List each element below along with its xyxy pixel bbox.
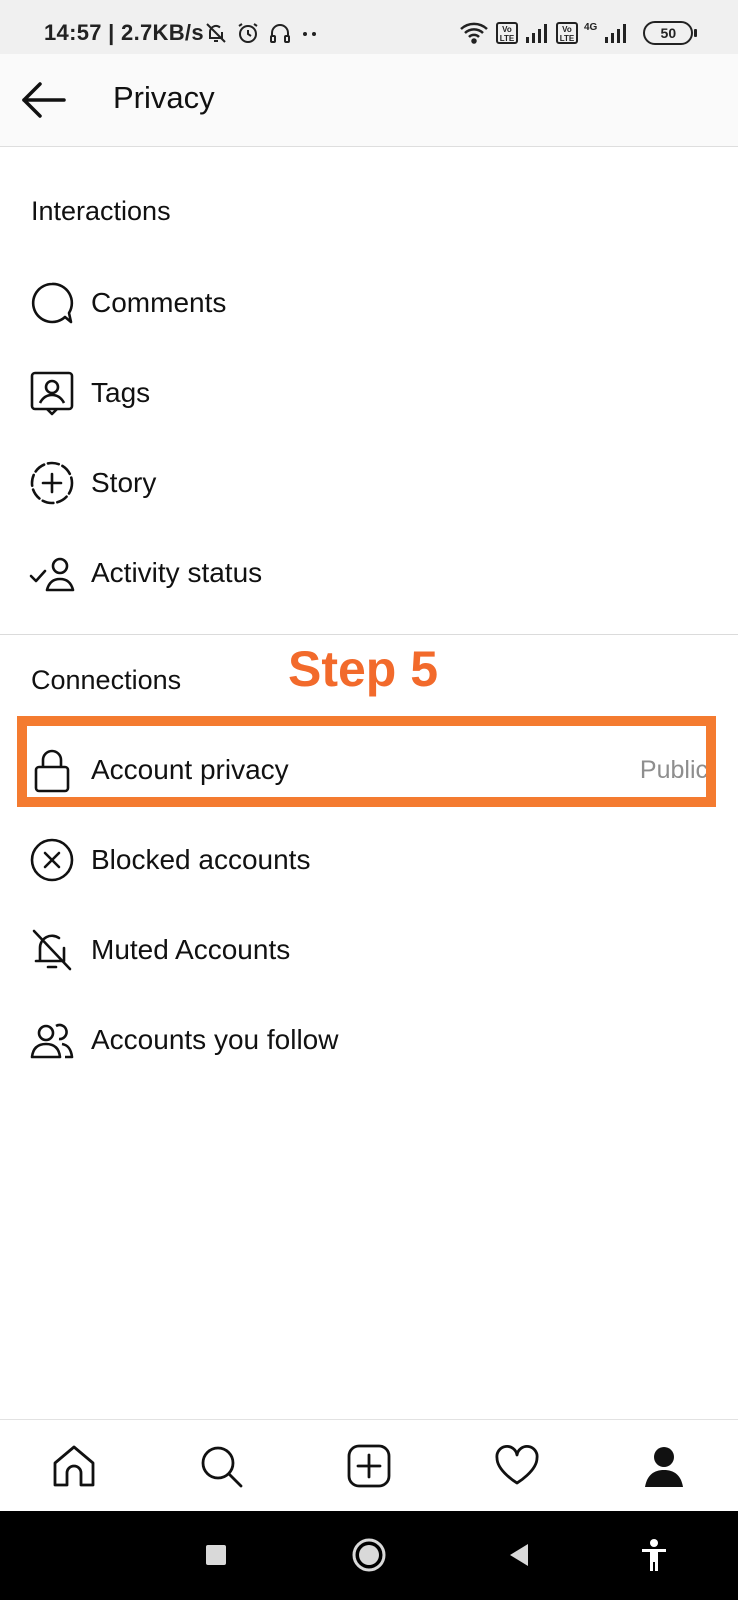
nav-search[interactable]: [191, 1436, 251, 1496]
menu-item-label: Blocked accounts: [91, 844, 311, 875]
menu-item-label: Comments: [91, 287, 227, 318]
profile-icon: [645, 1447, 684, 1487]
menu-item-label: Muted Accounts: [91, 934, 291, 965]
app-header: Privacy: [0, 54, 738, 147]
accessibility-button[interactable]: [634, 1535, 674, 1575]
nav-home[interactable]: [44, 1436, 104, 1496]
menu-item-muted-accounts[interactable]: Muted Accounts: [0, 906, 738, 994]
home-icon: [53, 1445, 95, 1487]
step-annotation: Step 5: [288, 641, 439, 697]
menu-item-label: Accounts you follow: [91, 1024, 339, 1055]
network-type: 4G: [584, 21, 598, 33]
home-system-button[interactable]: [349, 1535, 389, 1575]
circle-home-icon: [352, 1538, 386, 1572]
menu-item-tags[interactable]: Tags: [0, 349, 738, 437]
add-post-icon: [347, 1444, 391, 1488]
back-system-button[interactable]: [500, 1535, 540, 1575]
menu-item-story[interactable]: Story: [0, 439, 738, 527]
status-left-icons: [204, 18, 320, 48]
volte-badge-2: Vo LTE: [556, 22, 578, 44]
menu-item-blocked-accounts[interactable]: Blocked accounts: [0, 816, 738, 904]
signal-icon-2: [605, 24, 627, 43]
system-navigation-bar: [0, 1511, 738, 1600]
activity-status-icon: [29, 550, 75, 596]
more-dots-icon: [303, 32, 316, 36]
status-right-icons: Vo LTE Vo LTE 4G 50: [458, 18, 698, 48]
triangle-back-icon: [510, 1544, 528, 1566]
search-icon: [201, 1446, 243, 1488]
menu-item-label: Tags: [91, 377, 151, 408]
nav-add-post[interactable]: [339, 1436, 399, 1496]
menu-item-accounts-you-follow[interactable]: Accounts you follow: [0, 996, 738, 1084]
menu-item-label: Story: [91, 467, 157, 498]
section-divider: [0, 634, 738, 635]
status-time-speed: 14:57 | 2.7KB/s: [44, 20, 204, 45]
tag-person-icon: [29, 370, 75, 416]
page-title: Privacy: [113, 80, 215, 115]
section-title-interactions: Interactions: [31, 196, 171, 226]
menu-item-label: Activity status: [91, 557, 263, 588]
back-button[interactable]: [18, 76, 70, 124]
signal-icon: [526, 24, 547, 43]
comment-icon: [29, 280, 75, 326]
nav-activity[interactable]: [487, 1436, 547, 1496]
people-icon: [29, 1017, 75, 1063]
status-bar: 14:57 | 2.7KB/s Vo LTE Vo LTE 4G 50: [0, 0, 738, 54]
alarm-icon: [238, 23, 258, 43]
menu-item-comments[interactable]: Comments: [0, 259, 738, 347]
step-highlight-box: [17, 716, 716, 807]
headset-icon: [270, 24, 290, 43]
section-title-connections: Connections: [31, 665, 182, 695]
square-icon: [206, 1545, 226, 1565]
muted-bell-icon: [29, 927, 75, 973]
heart-icon: [495, 1445, 539, 1485]
nav-profile[interactable]: [634, 1436, 694, 1496]
wifi-icon: [460, 22, 488, 44]
bell-off-icon: [206, 23, 226, 43]
story-add-icon: [29, 460, 75, 506]
menu-item-activity-status[interactable]: Activity status: [0, 529, 738, 617]
battery-indicator: 50: [643, 21, 698, 45]
bottom-navigation: [0, 1419, 738, 1512]
volte-badge: Vo LTE: [496, 22, 518, 44]
back-arrow-icon: [22, 82, 66, 118]
recents-button[interactable]: [196, 1535, 236, 1575]
blocked-icon: [29, 837, 75, 883]
accessibility-icon: [642, 1539, 666, 1571]
